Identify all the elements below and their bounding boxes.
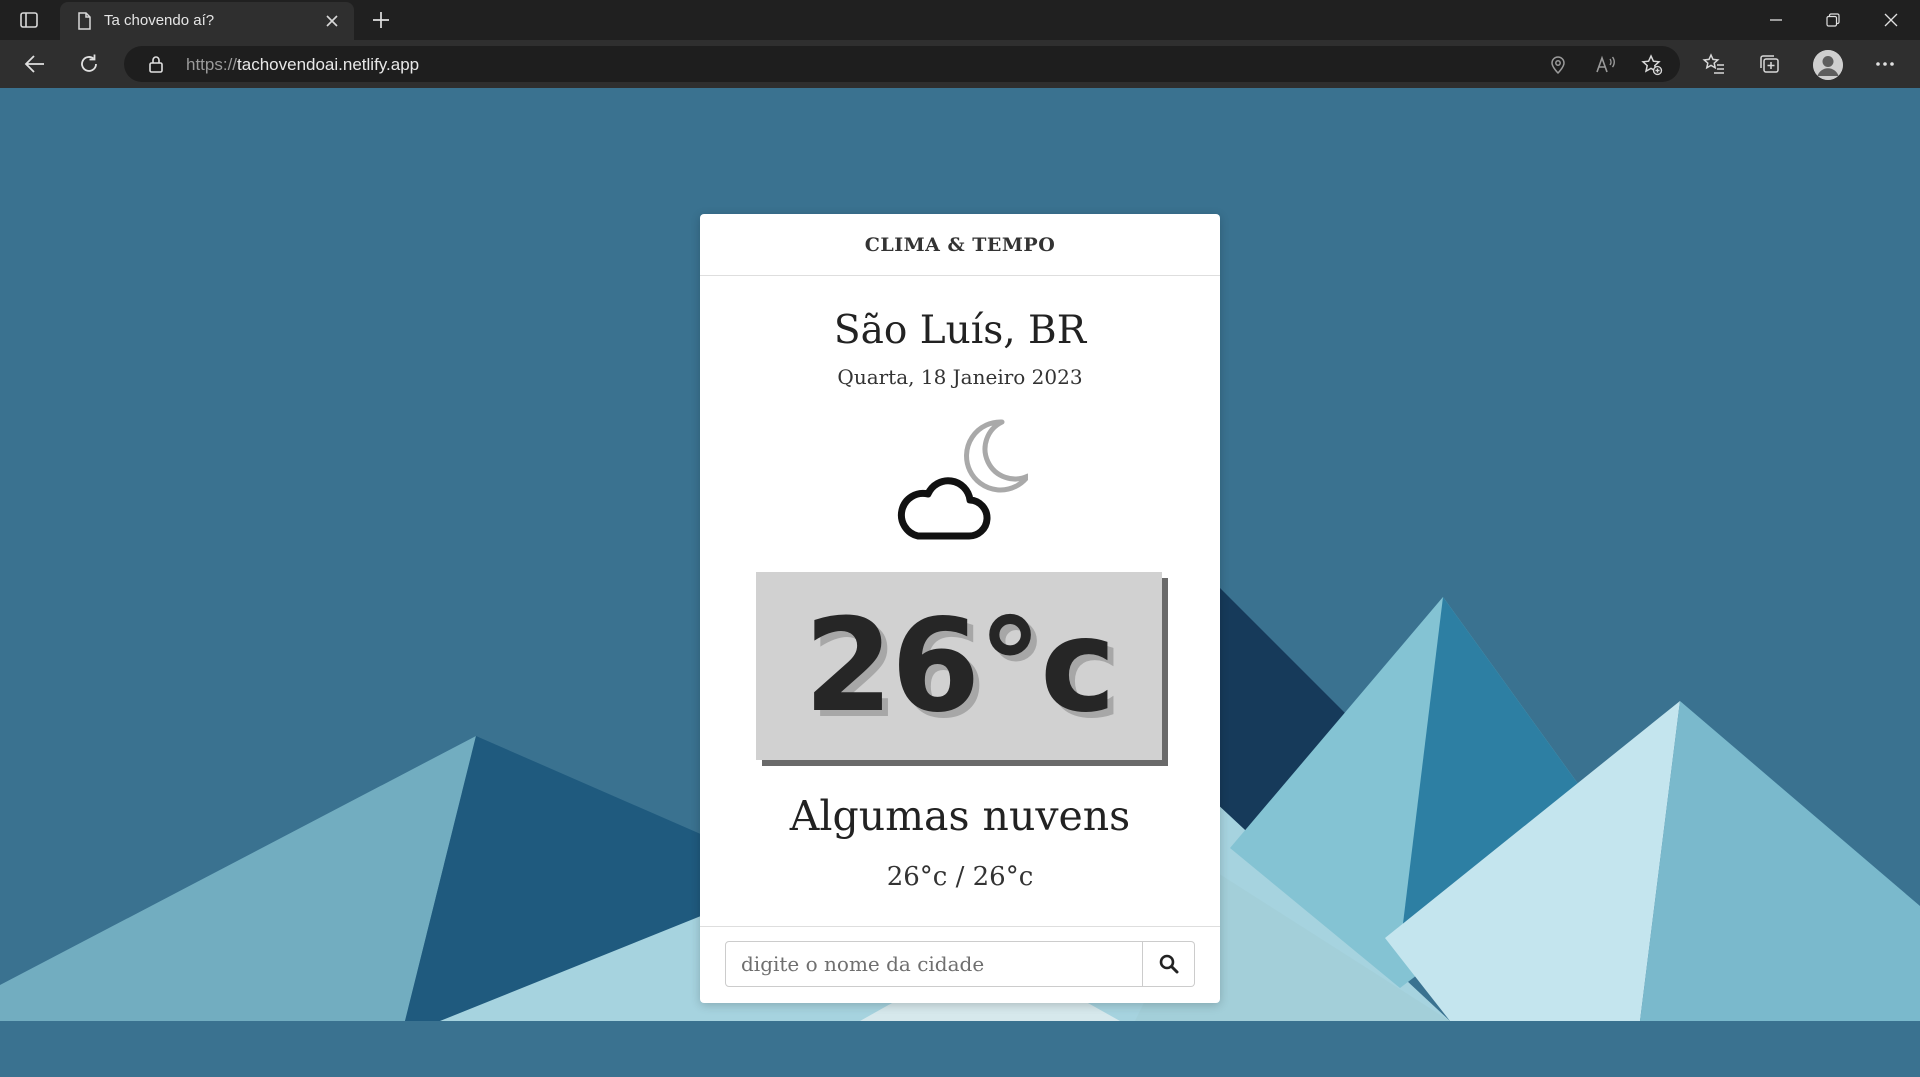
temperature-box: 26°c xyxy=(756,572,1162,760)
search-icon xyxy=(1159,954,1178,974)
window-close-icon xyxy=(1884,13,1898,27)
min-max-temperature: 26°c / 26°c xyxy=(886,862,1034,892)
temperature: 26°c xyxy=(804,591,1116,741)
browser-tab[interactable]: Ta chovendo aí? xyxy=(60,2,354,40)
back-button[interactable] xyxy=(20,50,50,78)
weather-condition: Algumas nuvens xyxy=(789,792,1131,840)
card-footer xyxy=(700,926,1220,1003)
weather-card: CLIMA & TEMPO São Luís, BR Quarta, 18 Ja… xyxy=(700,214,1220,1003)
cloud-moon-icon xyxy=(897,419,1028,540)
window-close-button[interactable] xyxy=(1873,6,1909,34)
new-tab-button[interactable] xyxy=(368,8,394,32)
add-favorite-icon xyxy=(1641,54,1663,76)
search-button[interactable] xyxy=(1143,941,1195,987)
app-title: CLIMA & TEMPO xyxy=(864,233,1056,256)
collections-button[interactable] xyxy=(1755,50,1785,78)
favorites-icon xyxy=(1702,53,1724,74)
more-options-button[interactable] xyxy=(1870,50,1900,78)
location-icon xyxy=(1551,56,1565,75)
lock-icon xyxy=(149,56,163,73)
page-icon xyxy=(78,12,91,30)
read-aloud-button[interactable] xyxy=(1594,53,1618,77)
url-text: https://tachovendoai.netlify.app xyxy=(186,55,420,74)
tab-title: Ta chovendo aí? xyxy=(104,12,215,29)
tab-actions-button[interactable] xyxy=(16,8,42,32)
card-header: CLIMA & TEMPO xyxy=(700,214,1220,276)
collections-icon xyxy=(1760,55,1779,73)
back-arrow-icon xyxy=(24,55,44,73)
favorites-button[interactable] xyxy=(1699,50,1729,78)
browser-tab-strip: Ta chovendo aí? xyxy=(0,0,1920,40)
refresh-icon xyxy=(81,54,97,72)
address-bar[interactable]: https://tachovendoai.netlify.app xyxy=(124,46,1680,82)
more-icon xyxy=(1876,62,1894,66)
plus-icon xyxy=(373,12,389,28)
read-aloud-icon xyxy=(1596,55,1615,73)
tab-close-button[interactable] xyxy=(322,11,342,31)
minimize-button[interactable] xyxy=(1758,6,1794,34)
minimize-icon xyxy=(1770,19,1782,21)
restore-button[interactable] xyxy=(1815,6,1851,34)
browser-toolbar: https://tachovendoai.netlify.app xyxy=(0,40,1920,88)
tab-actions-icon xyxy=(20,12,38,28)
city-name: São Luís, BR xyxy=(833,308,1087,353)
close-icon xyxy=(326,15,338,27)
refresh-button[interactable] xyxy=(74,50,104,78)
city-search-input[interactable] xyxy=(725,941,1143,987)
page-viewport: CLIMA & TEMPO São Luís, BR Quarta, 18 Ja… xyxy=(0,88,1920,1077)
add-favorite-button[interactable] xyxy=(1640,53,1664,77)
profile-icon xyxy=(1813,50,1843,80)
city-search-group xyxy=(725,941,1195,987)
location-button[interactable] xyxy=(1546,53,1570,77)
profile-button[interactable] xyxy=(1813,50,1843,80)
restore-icon xyxy=(1826,13,1840,27)
current-date: Quarta, 18 Janeiro 2023 xyxy=(837,365,1083,389)
